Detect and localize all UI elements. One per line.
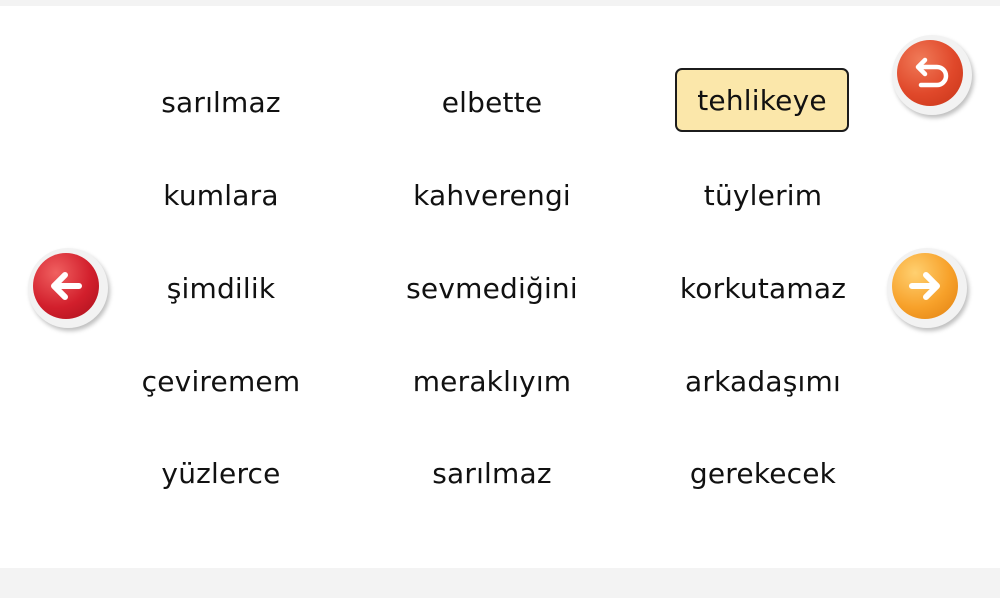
word-item[interactable]: sarılmaz <box>392 451 592 495</box>
arrow-left-icon <box>51 272 82 300</box>
return-button[interactable] <box>892 35 972 115</box>
back-button[interactable] <box>28 248 108 328</box>
word-item[interactable]: korkutamaz <box>663 266 863 310</box>
word-item[interactable]: arkadaşımı <box>663 359 863 403</box>
word-item[interactable]: şimdilik <box>121 266 321 310</box>
word-item[interactable]: sarılmaz <box>121 80 321 124</box>
word-item[interactable]: gerekecek <box>663 451 863 495</box>
word-item[interactable]: yüzlerce <box>121 451 321 495</box>
word-item[interactable]: sevmediğini <box>392 266 592 310</box>
bottom-strip <box>0 568 1000 598</box>
word-item[interactable]: kahverengi <box>392 173 592 217</box>
arrow-right-icon <box>909 272 940 300</box>
return-arrow-icon <box>915 57 949 88</box>
word-item[interactable]: çeviremem <box>121 359 321 403</box>
word-item[interactable]: meraklıyım <box>392 359 592 403</box>
word-item[interactable]: tüylerim <box>663 173 863 217</box>
word-item[interactable]: elbette <box>392 80 592 124</box>
word-item[interactable]: kumlara <box>121 173 321 217</box>
word-item-selected[interactable]: tehlikeye <box>675 68 849 132</box>
next-button[interactable] <box>887 248 967 328</box>
